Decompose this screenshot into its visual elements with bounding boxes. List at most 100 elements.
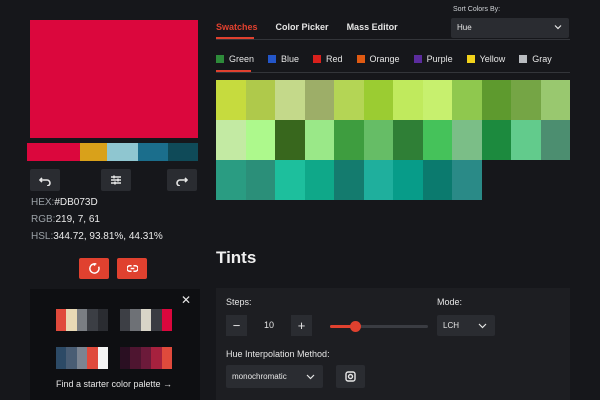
- hex-value[interactable]: #DB073D: [54, 197, 97, 208]
- link-color-button[interactable]: [117, 258, 147, 279]
- palette-strip-swatch[interactable]: [27, 143, 80, 161]
- color-swatch[interactable]: [304, 120, 334, 160]
- starter-swatch: [130, 309, 141, 331]
- category-label: Red: [326, 54, 343, 64]
- rgb-value[interactable]: 219, 7, 61: [55, 214, 99, 225]
- category-gray[interactable]: Gray: [519, 54, 552, 64]
- color-swatch[interactable]: [304, 160, 334, 200]
- color-swatch[interactable]: [452, 160, 482, 200]
- steps-decrement-button[interactable]: −: [226, 315, 247, 336]
- category-color-dot: [268, 55, 277, 63]
- starter-swatch: [66, 309, 77, 331]
- category-yellow[interactable]: Yellow: [466, 54, 505, 64]
- category-orange[interactable]: Orange: [356, 54, 400, 64]
- sliders-icon: [111, 175, 121, 185]
- color-swatch[interactable]: [275, 80, 305, 120]
- color-swatch[interactable]: [540, 120, 570, 160]
- color-swatch[interactable]: [511, 120, 541, 160]
- color-swatch[interactable]: [422, 80, 452, 120]
- color-wheel-button[interactable]: [336, 365, 365, 388]
- hsl-label: HSL:: [31, 231, 54, 242]
- mode-select[interactable]: LCH: [437, 315, 495, 336]
- steps-value[interactable]: 10: [247, 315, 291, 336]
- color-swatch[interactable]: [245, 120, 275, 160]
- category-purple[interactable]: Purple: [413, 54, 453, 64]
- palette-strip-swatch[interactable]: [107, 143, 138, 161]
- color-swatch[interactable]: [245, 80, 275, 120]
- color-swatch[interactable]: [334, 160, 364, 200]
- swatch-row: [216, 80, 570, 120]
- category-red[interactable]: Red: [313, 54, 343, 64]
- steps-slider[interactable]: [330, 321, 428, 332]
- category-green[interactable]: Green: [216, 54, 254, 64]
- category-label: Orange: [369, 54, 400, 64]
- hex-label: HEX:: [31, 197, 55, 208]
- color-swatch[interactable]: [393, 160, 423, 200]
- category-label: Green: [229, 54, 255, 64]
- palette-strip-swatch[interactable]: [168, 143, 198, 161]
- color-swatch[interactable]: [481, 80, 511, 120]
- palette-strip-swatch[interactable]: [79, 143, 108, 161]
- rgb-label: RGB:: [31, 214, 56, 225]
- color-swatch[interactable]: [393, 120, 423, 160]
- color-swatch[interactable]: [304, 80, 334, 120]
- color-categories: Green Blue Red Orange Purple Yellow Gray: [216, 54, 552, 64]
- starter-swatch: [151, 347, 162, 369]
- random-color-button[interactable]: [79, 258, 109, 279]
- starter-swatch: [97, 347, 109, 369]
- category-color-dot: [466, 55, 475, 63]
- sort-select[interactable]: Hue: [451, 18, 569, 38]
- redo-button[interactable]: [167, 169, 197, 191]
- tab-color-picker[interactable]: Color Picker: [276, 22, 347, 32]
- category-blue[interactable]: Blue: [268, 54, 299, 64]
- color-swatch[interactable]: [275, 160, 305, 200]
- interpolation-select[interactable]: monochromatic: [226, 365, 323, 388]
- slider-handle[interactable]: [349, 321, 361, 332]
- palette-strip[interactable]: [27, 143, 198, 161]
- category-label: Purple: [426, 54, 453, 64]
- color-swatch[interactable]: [363, 120, 393, 160]
- color-swatch[interactable]: [216, 160, 246, 200]
- tab-swatches[interactable]: Swatches: [216, 22, 276, 32]
- undo-button[interactable]: [30, 169, 60, 191]
- color-swatch[interactable]: [216, 80, 246, 120]
- color-swatch[interactable]: [452, 120, 482, 160]
- starter-swatch: [140, 309, 152, 331]
- close-icon[interactable]: ✕: [181, 293, 191, 307]
- color-swatch[interactable]: [540, 80, 570, 120]
- hsl-readout: HSL:344.72, 93.81%, 44.31%: [31, 231, 163, 242]
- palette-icon: [345, 371, 356, 382]
- hsl-value[interactable]: 344.72, 93.81%, 44.31%: [53, 231, 163, 242]
- starter-swatch: [97, 309, 109, 331]
- color-swatch[interactable]: [452, 80, 482, 120]
- color-swatch[interactable]: [511, 80, 541, 120]
- adjust-button[interactable]: [101, 169, 131, 191]
- rgb-readout: RGB:219, 7, 61: [31, 214, 100, 225]
- tab-mass-editor[interactable]: Mass Editor: [347, 22, 416, 32]
- steps-increment-button[interactable]: +: [291, 315, 312, 336]
- starter-palette-link[interactable]: Find a starter color palette →: [56, 379, 172, 389]
- starter-palette-3[interactable]: [56, 347, 109, 369]
- starter-swatch: [161, 347, 173, 369]
- sort-value: Hue: [457, 23, 472, 32]
- color-swatch[interactable]: [275, 120, 305, 160]
- color-swatch[interactable]: [216, 120, 246, 160]
- refresh-icon: [88, 263, 100, 274]
- color-swatch[interactable]: [393, 80, 423, 120]
- palette-strip-swatch[interactable]: [137, 143, 169, 161]
- starter-palette-1[interactable]: [56, 309, 109, 331]
- color-swatch[interactable]: [422, 160, 452, 200]
- color-swatch[interactable]: [422, 120, 452, 160]
- tabs-divider: [216, 39, 570, 40]
- starter-palette-4[interactable]: [120, 347, 173, 369]
- color-swatch[interactable]: [334, 120, 364, 160]
- starter-palette-2[interactable]: [120, 309, 173, 331]
- color-swatch[interactable]: [363, 80, 393, 120]
- swatch-row: [216, 160, 570, 200]
- starter-swatch: [76, 309, 88, 331]
- color-swatch[interactable]: [481, 120, 511, 160]
- color-swatch[interactable]: [363, 160, 393, 200]
- color-swatch[interactable]: [245, 160, 275, 200]
- color-swatch[interactable]: [334, 80, 364, 120]
- mode-label: Mode:: [437, 297, 463, 307]
